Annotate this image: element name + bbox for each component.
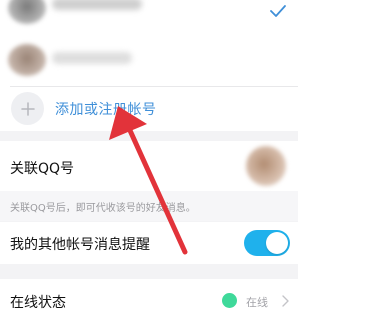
divider — [10, 86, 298, 87]
avatar — [8, 0, 46, 24]
other-accounts-reminder-toggle[interactable] — [244, 230, 290, 256]
toggle-knob — [266, 232, 288, 254]
linked-qq-title: 关联QQ号 — [10, 161, 75, 177]
other-accounts-reminder-row: 我的其他帐号消息提醒 — [0, 222, 298, 264]
account-item-current[interactable] — [0, 0, 298, 36]
chevron-right-icon — [282, 295, 289, 307]
account-settings-page: 添加或注册帐号 关联QQ号 关联QQ号后，即可代收该号的好友消息。 我的其他帐号… — [0, 0, 298, 319]
online-status-value: 在线 — [246, 296, 268, 309]
linked-qq-description-band: 关联QQ号后，即可代收该号的好友消息。 — [0, 191, 298, 221]
account-name-redacted — [52, 0, 142, 10]
account-list: 添加或注册帐号 — [0, 0, 298, 131]
add-account-label: 添加或注册帐号 — [55, 102, 157, 118]
add-account-button[interactable]: 添加或注册帐号 — [0, 89, 298, 129]
account-item-other[interactable] — [0, 40, 298, 76]
online-status-row[interactable]: 在线状态 在线 — [0, 279, 298, 319]
avatar — [8, 44, 46, 76]
online-status-dot — [222, 293, 237, 308]
linked-qq-section[interactable]: 关联QQ号 关联QQ号后，即可代收该号的好友消息。 — [0, 141, 298, 221]
linked-qq-avatar — [246, 146, 286, 186]
right-margin — [298, 0, 384, 319]
online-status-label: 在线状态 — [10, 295, 66, 311]
other-accounts-reminder-label: 我的其他帐号消息提醒 — [10, 237, 150, 253]
linked-qq-description: 关联QQ号后，即可代收该号的好友消息。 — [10, 203, 196, 214]
account-name-redacted — [52, 52, 132, 64]
check-icon — [270, 5, 286, 17]
plus-icon — [11, 92, 44, 125]
